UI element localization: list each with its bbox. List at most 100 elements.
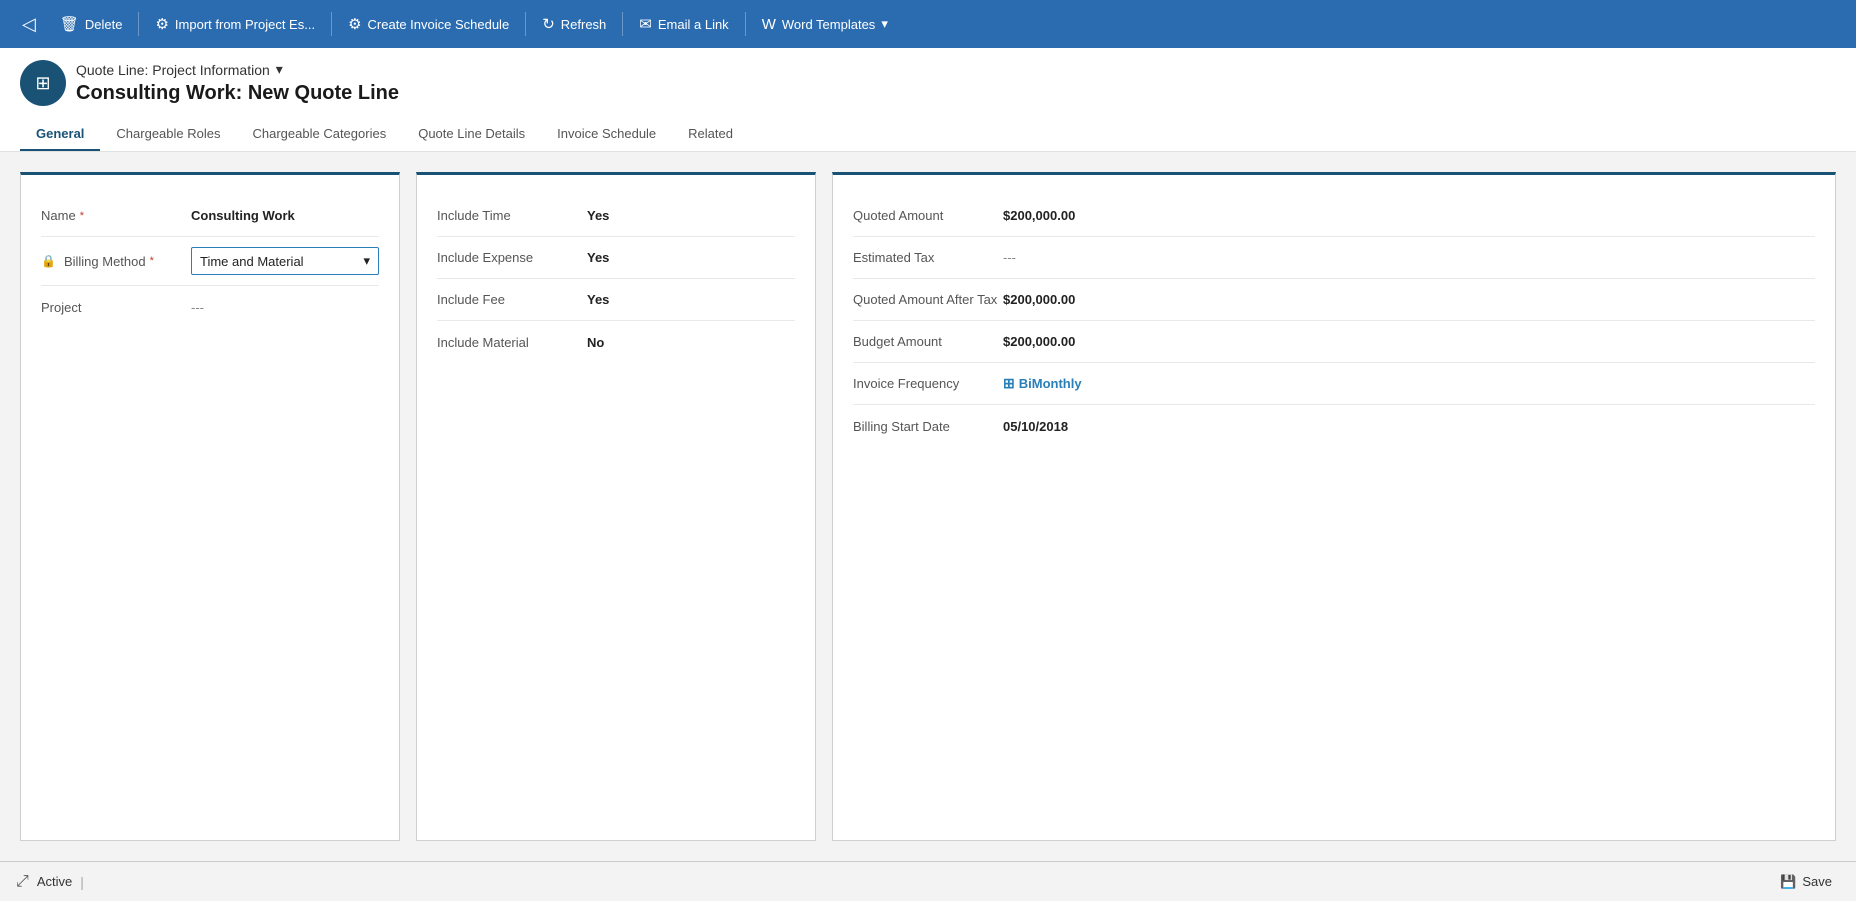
quoted-after-tax-label: Quoted Amount After Tax <box>853 292 1003 307</box>
delete-button[interactable]: 🗑 Delete <box>50 9 133 39</box>
divider-4 <box>622 12 623 36</box>
tab-invoice-schedule[interactable]: Invoice Schedule <box>541 118 672 151</box>
breadcrumb-chevron: ▾ <box>276 61 283 78</box>
billing-required: * <box>150 255 154 267</box>
save-icon: 💾 <box>1780 874 1796 890</box>
estimated-tax-value: --- <box>1003 250 1815 265</box>
field-row-include-fee: Include Fee Yes <box>437 279 795 321</box>
budget-amount-label: Budget Amount <box>853 334 1003 349</box>
content-area: Name * Consulting Work 🔒 Billing Method … <box>0 152 1856 861</box>
footer: ⤢ Active | 💾 Save <box>0 861 1856 901</box>
divider-3 <box>525 12 526 36</box>
delete-icon: 🗑 <box>60 15 79 33</box>
tab-chargeable-categories[interactable]: Chargeable Categories <box>237 118 403 151</box>
save-label: Save <box>1802 874 1832 889</box>
email-icon: ✉ <box>639 15 652 33</box>
divider-5 <box>745 12 746 36</box>
field-row-billing-start-date: Billing Start Date 05/10/2018 <box>853 405 1815 447</box>
word-templates-icon: W <box>762 16 776 33</box>
include-material-label: Include Material <box>437 335 587 350</box>
project-label: Project <box>41 300 191 315</box>
refresh-button[interactable]: ↻ Refresh <box>532 9 616 39</box>
tab-quote-line-details[interactable]: Quote Line Details <box>402 118 541 151</box>
field-row-include-time: Include Time Yes <box>437 195 795 237</box>
left-card: Name * Consulting Work 🔒 Billing Method … <box>20 172 400 841</box>
page-header: ⊞ Quote Line: Project Information ▾ Cons… <box>0 48 1856 152</box>
field-row-billing-method: 🔒 Billing Method * Time and Material ▾ <box>41 237 379 286</box>
field-row-include-expense: Include Expense Yes <box>437 237 795 279</box>
tab-general[interactable]: General <box>20 118 100 151</box>
expand-icon[interactable]: ⤢ <box>16 873 29 891</box>
field-row-quoted-amount: Quoted Amount $200,000.00 <box>853 195 1815 237</box>
field-row-quoted-after-tax: Quoted Amount After Tax $200,000.00 <box>853 279 1815 321</box>
invoice-frequency-text: BiMonthly <box>1019 376 1082 391</box>
word-templates-label: Word Templates <box>782 17 875 32</box>
header-text: Quote Line: Project Information ▾ Consul… <box>76 61 399 105</box>
breadcrumb[interactable]: Quote Line: Project Information ▾ <box>76 61 399 78</box>
middle-card: Include Time Yes Include Expense Yes Inc… <box>416 172 816 841</box>
lock-icon: 🔒 <box>41 254 56 268</box>
tab-bar: General Chargeable Roles Chargeable Cate… <box>20 118 1836 151</box>
back-button[interactable]: ◁ <box>12 8 46 41</box>
include-time-label: Include Time <box>437 208 587 223</box>
include-time-value: Yes <box>587 208 795 223</box>
email-label: Email a Link <box>658 17 729 32</box>
field-row-project: Project --- <box>41 286 379 328</box>
create-invoice-icon: ⚙ <box>348 15 361 33</box>
include-expense-label: Include Expense <box>437 250 587 265</box>
right-card: Quoted Amount $200,000.00 Estimated Tax … <box>832 172 1836 841</box>
quoted-after-tax-value: $200,000.00 <box>1003 292 1815 307</box>
import-label: Import from Project Es... <box>175 17 315 32</box>
import-button[interactable]: ⚙ Import from Project Es... <box>145 9 325 39</box>
include-fee-value: Yes <box>587 292 795 307</box>
page-title: Consulting Work: New Quote Line <box>76 82 399 105</box>
invoice-frequency-value[interactable]: ⊞ BiMonthly <box>1003 375 1815 392</box>
tab-related[interactable]: Related <box>672 118 749 151</box>
back-icon: ◁ <box>22 14 36 34</box>
quoted-amount-value: $200,000.00 <box>1003 208 1815 223</box>
include-material-value: No <box>587 335 795 350</box>
divider-1 <box>138 12 139 36</box>
billing-method-value: Time and Material <box>200 254 304 269</box>
email-button[interactable]: ✉ Email a Link <box>629 9 738 39</box>
include-expense-value: Yes <box>587 250 795 265</box>
tab-chargeable-roles[interactable]: Chargeable Roles <box>100 118 236 151</box>
field-row-budget-amount: Budget Amount $200,000.00 <box>853 321 1815 363</box>
toolbar: ◁ 🗑 Delete ⚙ Import from Project Es... ⚙… <box>0 0 1856 48</box>
status-divider: | <box>80 874 84 890</box>
project-value: --- <box>191 300 379 315</box>
budget-amount-value: $200,000.00 <box>1003 334 1815 349</box>
create-invoice-button[interactable]: ⚙ Create Invoice Schedule <box>338 9 519 39</box>
save-button[interactable]: 💾 Save <box>1772 870 1840 894</box>
invoice-frequency-label: Invoice Frequency <box>853 376 1003 391</box>
field-row-name: Name * Consulting Work <box>41 195 379 237</box>
field-row-invoice-frequency: Invoice Frequency ⊞ BiMonthly <box>853 363 1815 405</box>
name-required: * <box>80 210 84 222</box>
delete-label: Delete <box>85 17 123 32</box>
create-invoice-label: Create Invoice Schedule <box>368 17 510 32</box>
refresh-label: Refresh <box>561 17 607 32</box>
field-row-estimated-tax: Estimated Tax --- <box>853 237 1815 279</box>
import-icon: ⚙ <box>155 15 168 33</box>
status-badge: Active <box>37 874 72 889</box>
include-fee-label: Include Fee <box>437 292 587 307</box>
select-chevron: ▾ <box>363 253 370 269</box>
quoted-amount-label: Quoted Amount <box>853 208 1003 223</box>
breadcrumb-text: Quote Line: Project Information <box>76 62 270 78</box>
avatar-icon: ⊞ <box>35 73 50 94</box>
refresh-icon: ↻ <box>542 15 555 33</box>
billing-method-select[interactable]: Time and Material ▾ <box>191 247 379 275</box>
estimated-tax-label: Estimated Tax <box>853 250 1003 265</box>
avatar: ⊞ <box>20 60 66 106</box>
word-templates-chevron: ▾ <box>881 16 888 32</box>
status-area: ⤢ Active | <box>16 873 84 891</box>
divider-2 <box>331 12 332 36</box>
name-label: Name * <box>41 208 191 223</box>
word-templates-button[interactable]: W Word Templates ▾ <box>752 10 898 39</box>
field-row-include-material: Include Material No <box>437 321 795 363</box>
name-value: Consulting Work <box>191 208 379 223</box>
billing-method-label: 🔒 Billing Method * <box>41 254 191 269</box>
billing-start-date-value: 05/10/2018 <box>1003 419 1815 434</box>
invoice-frequency-icon: ⊞ <box>1003 375 1015 392</box>
billing-start-date-label: Billing Start Date <box>853 419 1003 434</box>
